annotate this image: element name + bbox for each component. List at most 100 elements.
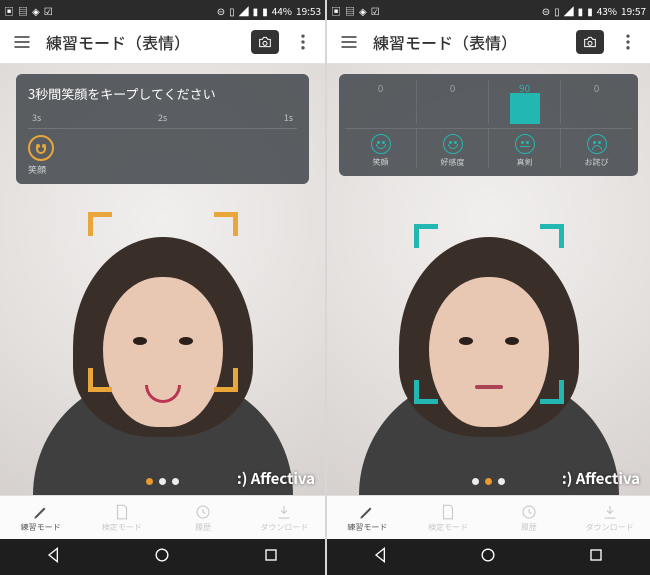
notif-icon: ▣ [331,3,341,18]
signal-icon: ▮ [578,3,584,18]
android-status-bar: ▣ ▤ ◈ ☑ ⊝ ▯ ◢ ▮ ▮ 43% 19:57 [327,0,650,20]
dnd-icon: ⊝ [542,3,550,18]
tab-label: ダウンロード [586,522,634,533]
metric-value: 0 [378,80,384,95]
page-dot[interactable] [485,478,492,485]
app-bar: 練習モード（表情） [0,20,325,64]
metric-item: 笑顔 [345,129,416,168]
smile-icon [28,135,54,161]
metric-label: 真剣 [517,157,533,168]
countdown-row: 3s 2s 1s [28,111,297,129]
switch-camera-button[interactable] [576,30,604,54]
metric-bar: 90 [488,80,560,124]
menu-button[interactable] [6,26,38,58]
tab-label: 履歴 [195,522,211,533]
nav-recents-button[interactable] [586,545,606,570]
metric-value: 0 [594,80,600,95]
clock: 19:53 [296,3,321,18]
tab-exam[interactable]: 検定モード [81,496,162,539]
screenshot-left: ▣ ▤ ◈ ☑ ⊝ ▯ ◢ ▮ ▮ 44% 19:53 練習モード（表情） [0,0,325,575]
menu-button[interactable] [333,26,365,58]
wifi-icon: ◢ [564,3,574,18]
metric-label: お詫び [585,157,609,168]
pleasant-face-icon [443,134,463,154]
page-title: 練習モード（表情） [46,30,243,54]
notif-icon: ◈ [32,3,40,18]
status-system-icons: ⊝ ▯ ◢ ▮ ▮ 43% 19:57 [542,3,646,18]
target-expression-label: 笑顔 [28,163,54,176]
nav-home-button[interactable] [478,545,498,570]
dnd-icon: ⊝ [217,3,225,18]
apology-face-icon [587,134,607,154]
page-title: 練習モード（表情） [373,30,568,54]
tab-download[interactable]: ダウンロード [244,496,325,539]
metrics-bar-chart: 0 0 90 0 [345,80,632,124]
camera-viewport: 0 0 90 0 笑顔 [327,64,650,495]
tab-history[interactable]: 履歴 [163,496,244,539]
wifi-icon: ◢ [239,3,249,18]
switch-camera-button[interactable] [251,30,279,54]
status-notification-icons: ▣ ▤ ◈ ☑ [4,3,53,18]
notif-icon: ▣ [4,3,14,18]
tab-label: 練習モード [347,522,387,533]
metric-bar: 0 [345,80,416,124]
nav-back-button[interactable] [371,545,391,570]
tab-label: 検定モード [428,522,468,533]
countdown-tick: 2s [158,111,167,124]
page-dot[interactable] [159,478,166,485]
metric-value: 90 [519,80,530,95]
tab-label: 検定モード [102,522,142,533]
nav-home-button[interactable] [152,545,172,570]
metric-item: 好感度 [416,129,488,168]
battery-icon: ▮ [262,3,268,18]
signal-icon: ▮ [253,3,259,18]
status-notification-icons: ▣ ▤ ◈ ☑ [331,3,380,18]
target-expression: 笑顔 [28,135,297,176]
page-dot[interactable] [146,478,153,485]
tab-label: 練習モード [21,522,61,533]
brand-watermark: :) Affectiva [237,468,315,489]
tab-download[interactable]: ダウンロード [569,496,650,539]
nav-recents-button[interactable] [261,545,281,570]
countdown-tick: 3s [32,111,41,124]
tab-practice[interactable]: 練習モード [327,496,408,539]
metric-bar: 0 [416,80,488,124]
tab-label: 履歴 [521,522,537,533]
metrics-overlay: 0 0 90 0 笑顔 [339,74,638,176]
countdown-tick: 1s [284,111,293,124]
notif-icon: ☑ [44,3,53,18]
battery-icon: ▮ [587,3,593,18]
battery-percent: 44% [272,3,292,18]
app-bar: 練習モード（表情） [327,20,650,64]
instruction-overlay: 3秒間笑顔をキープしてください 3s 2s 1s 笑顔 [16,74,309,184]
android-nav-bar [0,539,325,575]
tab-practice[interactable]: 練習モード [0,496,81,539]
vibrate-icon: ▯ [554,3,560,18]
metric-item: お詫び [560,129,632,168]
instruction-text: 3秒間笑顔をキープしてください [28,84,297,103]
status-system-icons: ⊝ ▯ ◢ ▮ ▮ 44% 19:53 [217,3,321,18]
battery-percent: 43% [597,3,617,18]
vibrate-icon: ▯ [229,3,235,18]
smile-face-icon [371,134,391,154]
page-dot[interactable] [498,478,505,485]
tab-label: ダウンロード [260,522,308,533]
metric-labels-row: 笑顔 好感度 真剣 お詫び [345,128,632,168]
notif-icon: ▤ [345,3,355,18]
bottom-tab-bar: 練習モード 検定モード 履歴 ダウンロード [0,495,325,539]
page-dot[interactable] [172,478,179,485]
more-button[interactable] [287,26,319,58]
android-nav-bar [327,539,650,575]
metric-bar: 0 [560,80,632,124]
bottom-tab-bar: 練習モード 検定モード 履歴 ダウンロード [327,495,650,539]
nav-back-button[interactable] [44,545,64,570]
more-button[interactable] [612,26,644,58]
tab-history[interactable]: 履歴 [489,496,570,539]
metric-label: 笑顔 [373,157,389,168]
metric-value: 0 [450,80,456,95]
metric-item: 真剣 [488,129,560,168]
serious-face-icon [515,134,535,154]
camera-viewport: 3秒間笑顔をキープしてください 3s 2s 1s 笑顔 :) Affectiva [0,64,325,495]
page-dot[interactable] [472,478,479,485]
tab-exam[interactable]: 検定モード [408,496,489,539]
